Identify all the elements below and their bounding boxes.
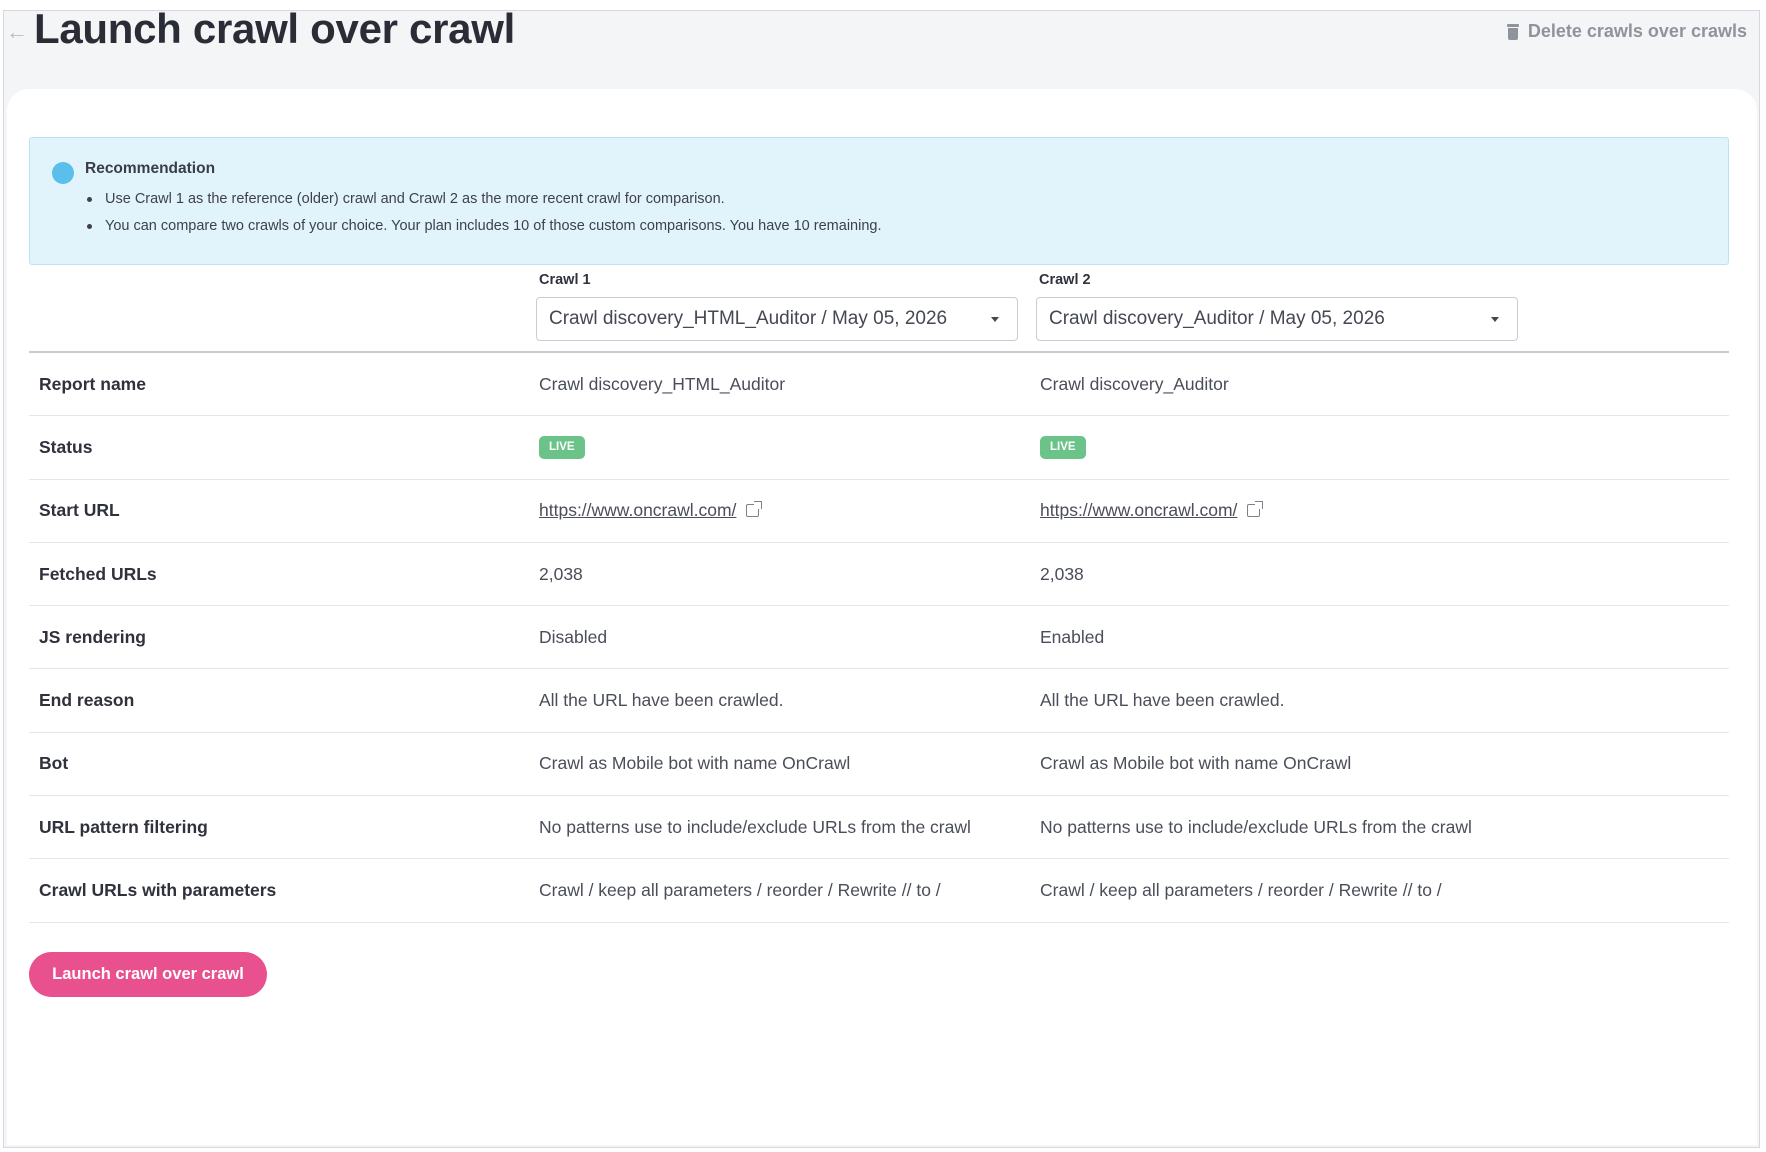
crawl2-value: Crawl discovery_Auditor [1040,373,1229,394]
crawl2-value: 2,038 [1040,563,1084,584]
external-link-icon[interactable] [746,501,763,518]
page-header: ← Launch crawl over crawl Delete crawls … [4,5,1759,89]
crawl2-select[interactable]: Crawl discovery_Auditor / May 05, 2026 [1036,297,1518,341]
crawl1-status: LIVE [539,416,585,478]
crawl2-start-url: https://www.oncrawl.com/ [1040,480,1264,542]
table-row-start-url: Start URL https://www.oncrawl.com/ https… [29,480,1729,543]
crawl2-value: Crawl / keep all parameters / reorder / … [1040,880,1442,901]
row-label: Start URL [39,500,120,521]
crawl1-label: Crawl 1 [539,272,591,288]
crawl1-value: All the URL have been crawled. [539,690,784,711]
recommendation-item: Use Crawl 1 as the reference (older) cra… [85,186,881,213]
recommendation-title: Recommendation [85,160,216,177]
external-link-icon[interactable] [1247,501,1264,518]
crawl2-value: Enabled [1040,626,1105,647]
crawl1-selected-value: Crawl discovery_HTML_Auditor / May 05, 2… [549,308,948,329]
launch-crawl-button[interactable]: Launch crawl over crawl [29,952,267,997]
crawl2-value: All the URL have been crawled. [1040,690,1285,711]
crawl1-value: Crawl / keep all parameters / reorder / … [539,880,941,901]
crawl1-start-url: https://www.oncrawl.com/ [539,480,763,542]
crawl2-status: LIVE [1040,416,1086,478]
status-badge: LIVE [539,435,585,459]
start-url-link[interactable]: https://www.oncrawl.com/ [1040,500,1237,521]
row-label: Bot [39,753,69,774]
table-row-end-reason: End reason All the URL have been crawled… [29,669,1729,733]
row-label: Report name [39,373,146,394]
delete-crawls-label: Delete crawls over crawls [1527,21,1747,41]
chevron-down-icon [1491,317,1499,322]
info-icon [52,162,74,184]
crawl1-value: Crawl discovery_HTML_Auditor [539,373,786,394]
row-label: Fetched URLs [39,563,157,584]
arrow-left-icon[interactable]: ← [6,17,28,47]
crawl1-value: Crawl as Mobile bot with name OnCrawl [539,753,851,774]
comparison-table: Report name Crawl discovery_HTML_Auditor… [29,351,1729,923]
crawl1-select[interactable]: Crawl discovery_HTML_Auditor / May 05, 2… [536,297,1018,341]
page-frame: ← Launch crawl over crawl Delete crawls … [3,5,1760,1148]
crawl2-label: Crawl 2 [1039,272,1091,288]
crawl1-value: No patterns use to include/exclude URLs … [539,816,971,837]
table-row-url-pattern-filtering: URL pattern filtering No patterns use to… [29,796,1729,860]
table-row-status: Status LIVE LIVE [29,416,1729,480]
crawl1-value: Disabled [539,626,608,647]
main-card: Recommendation Use Crawl 1 as the refere… [7,89,1757,1145]
crawl2-value: Crawl as Mobile bot with name OnCrawl [1040,753,1352,774]
row-label: Crawl URLs with parameters [39,880,277,901]
recommendation-banner: Recommendation Use Crawl 1 as the refere… [29,137,1729,265]
delete-crawls-button[interactable]: Delete crawls over crawls [1506,21,1747,42]
table-row-bot: Bot Crawl as Mobile bot with name OnCraw… [29,733,1729,797]
page-title: Launch crawl over crawl [34,5,515,52]
recommendation-item: You can compare two crawls of your choic… [85,213,881,240]
row-label: JS rendering [39,626,146,647]
table-row-report-name: Report name Crawl discovery_HTML_Auditor… [29,353,1729,417]
status-badge: LIVE [1040,435,1086,459]
trash-icon [1506,23,1519,40]
row-label: URL pattern filtering [39,816,208,837]
table-row-fetched-urls: Fetched URLs 2,038 2,038 [29,543,1729,607]
row-label: End reason [39,690,135,711]
crawl1-value: 2,038 [539,563,583,584]
crawl2-value: No patterns use to include/exclude URLs … [1040,816,1472,837]
start-url-link[interactable]: https://www.oncrawl.com/ [539,500,736,521]
table-row-js-rendering: JS rendering Disabled Enabled [29,606,1729,670]
chevron-down-icon [991,317,999,322]
table-row-url-parameters: Crawl URLs with parameters Crawl / keep … [29,859,1729,923]
row-label: Status [39,436,93,457]
crawl2-selected-value: Crawl discovery_Auditor / May 05, 2026 [1049,308,1385,329]
recommendation-list: Use Crawl 1 as the reference (older) cra… [85,186,881,240]
